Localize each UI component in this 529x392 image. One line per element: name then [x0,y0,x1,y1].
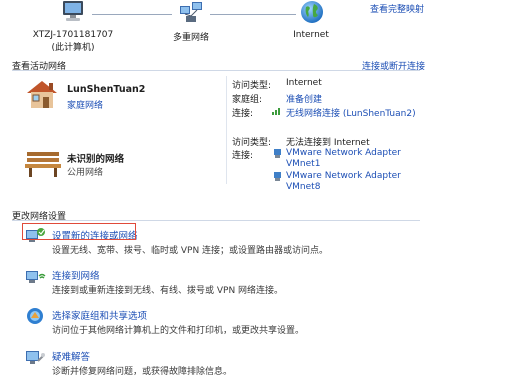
network-name: LunShenTuan2 [67,84,146,95]
multiple-networks-icon [180,2,202,22]
computer-icon [63,1,83,21]
task-connect-to-network[interactable]: 连接到网络 连接到或重新连接到无线、有线、拨号或 VPN 网络连接。 [24,266,444,300]
connection-key: 连接: [232,109,254,119]
network-type: 公用网络 [67,168,104,178]
homegroup-sharing-link[interactable]: 选择家庭组和共享选项 [52,308,147,322]
connection-key: 连接: [232,151,254,161]
network-map: XTZJ-1701181707 (此计算机) 多重网络 Internet 查看完… [0,0,529,58]
task-description: 设置无线、宽带、拨号、临时或 VPN 连接；或设置路由器或访问点。 [52,246,329,256]
network-type-link[interactable]: 家庭网络 [67,98,103,111]
public-network-bench-icon [25,152,61,177]
homegroup-link[interactable]: 准备创建 [286,92,322,105]
highlight-box [22,223,136,240]
connect-network-icon [26,271,46,283]
network-adapter-icon [274,172,281,181]
troubleshoot-icon [26,351,45,364]
wifi-signal-icon [272,108,280,115]
section-divider [12,220,420,221]
internet-label: Internet [293,30,329,40]
task-homegroup-sharing[interactable]: 选择家庭组和共享选项 访问位于其他网络计算机上的文件和打印机，或更改共享设置。 [24,306,444,340]
multiple-networks-label: 多重网络 [172,33,209,43]
vmnet1-adapter-link[interactable]: VMware Network Adapter VMnet1 [286,148,401,170]
network-adapter-icon [274,149,281,158]
troubleshoot-link[interactable]: 疑难解答 [52,349,90,363]
home-network-icon [27,81,57,108]
homegroup-key: 家庭组: [232,95,263,105]
access-type-key: 访问类型: [232,138,272,148]
task-description: 访问位于其他网络计算机上的文件和打印机，或更改共享设置。 [52,326,305,336]
connect-to-network-link[interactable]: 连接到网络 [52,268,100,282]
internet-globe-icon [301,1,323,23]
map-link-line [210,14,296,15]
wireless-connection-link[interactable]: 无线网络连接 (LunShenTuan2) [286,106,416,119]
computer-label: XTZJ-1701181707 (此计算机) [32,30,114,53]
access-type-value: 无法连接到 Internet [286,138,370,148]
map-link-line [92,14,172,15]
vmnet8-adapter-link[interactable]: VMware Network Adapter VMnet8 [286,171,401,193]
vertical-divider [226,76,227,184]
task-description: 连接到或重新连接到无线、有线、拨号或 VPN 网络连接。 [52,286,284,296]
access-type-value: Internet [286,78,322,88]
task-description: 诊断并修复网络问题，或获得故障排除信息。 [52,367,233,377]
section-divider [12,70,420,71]
homegroup-sharing-icon [27,308,43,324]
network-name: 未识别的网络 [67,154,125,165]
access-type-key: 访问类型: [232,81,272,91]
see-full-map-link[interactable]: 查看完整映射 [370,2,424,15]
task-troubleshoot[interactable]: 疑难解答 诊断并修复网络问题，或获得故障排除信息。 [24,347,444,381]
